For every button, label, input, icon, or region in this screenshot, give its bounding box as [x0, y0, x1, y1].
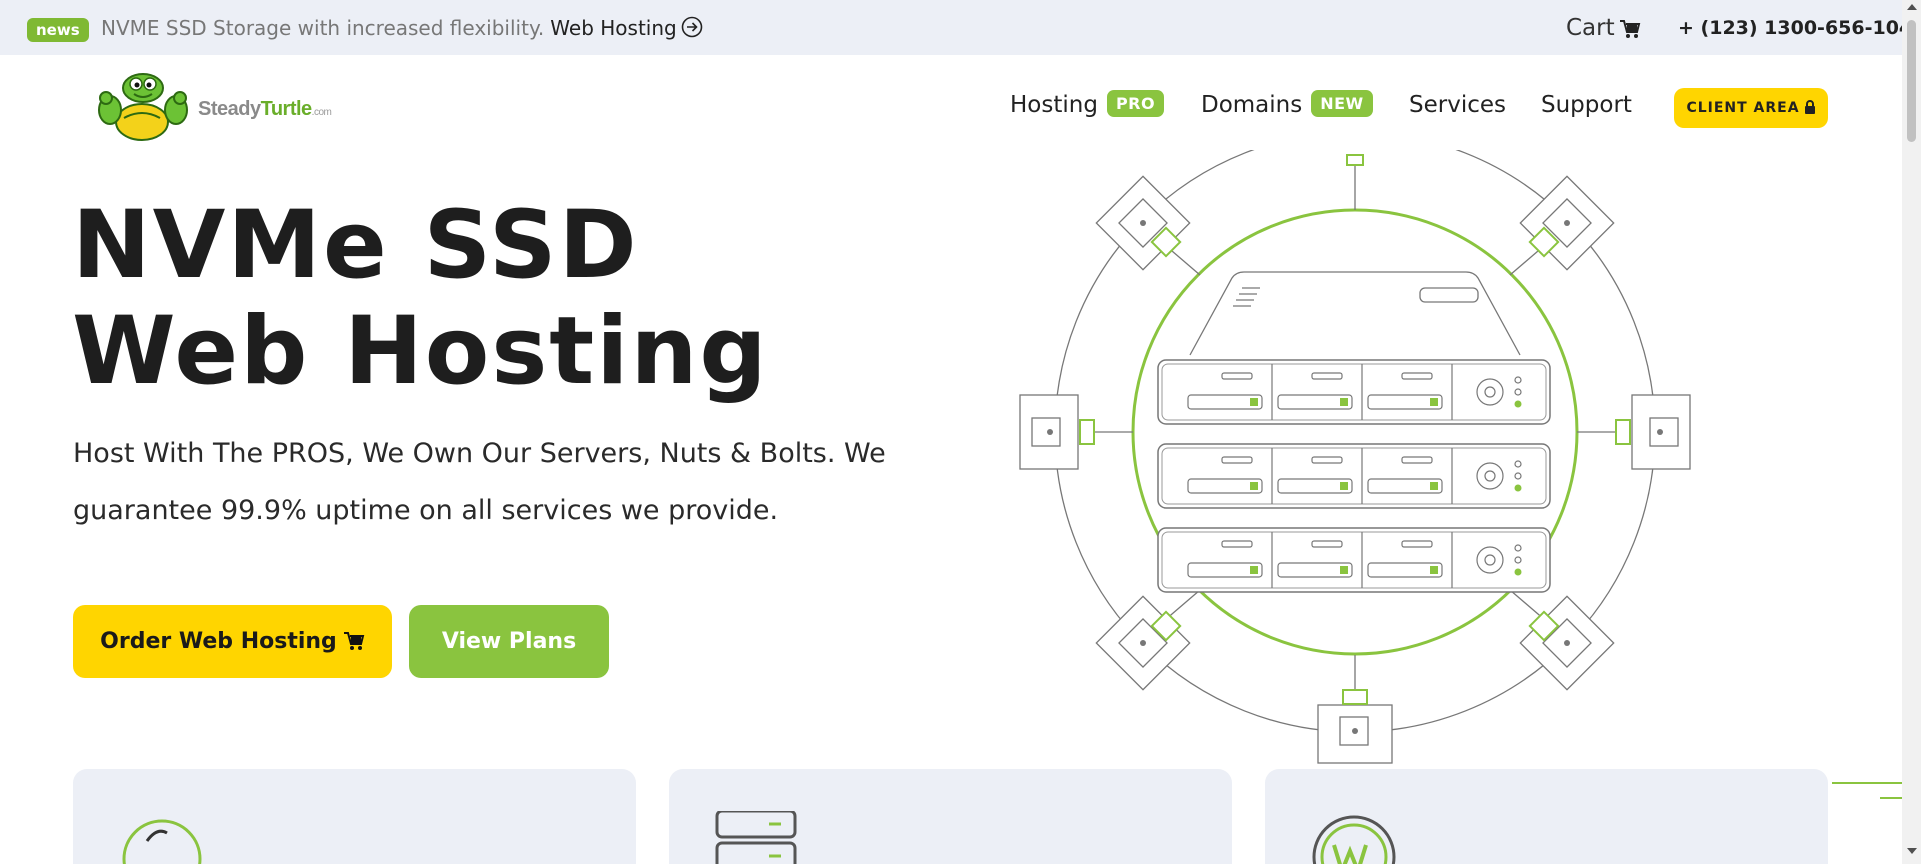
logo-com: .com — [311, 107, 332, 118]
top-announcement-bar: news NVME SSD Storage with increased fle… — [0, 0, 1921, 55]
cart-icon — [1619, 20, 1640, 38]
hero-subtitle: Host With The PROS, We Own Our Servers, … — [73, 438, 886, 526]
scroll-down-arrow-icon[interactable] — [1907, 848, 1917, 854]
nav-hosting[interactable]: Hosting PRO — [1010, 90, 1165, 120]
feature-card-wordpress — [1265, 769, 1828, 864]
logo-steady: Steady — [198, 98, 261, 120]
nav-domains[interactable]: Domains NEW — [1201, 90, 1373, 120]
news-message: NVME SSD Storage with increased flexibil… — [101, 15, 703, 41]
arrow-right-circle-icon — [681, 16, 703, 38]
news-web-hosting-link[interactable]: Web Hosting — [550, 16, 703, 40]
decorative-line — [1880, 797, 1902, 799]
scrollbar-thumb[interactable] — [1907, 20, 1916, 142]
cart-link[interactable]: Cart — [1566, 13, 1641, 43]
nav-domains-label: Domains — [1201, 92, 1303, 118]
feature-card-cloud — [73, 769, 636, 864]
cart-label: Cart — [1566, 15, 1615, 41]
hero-title: NVMe SSD Web Hosting — [72, 193, 769, 405]
lock-icon — [1804, 100, 1815, 114]
client-area-label: CLIENT AREA — [1686, 100, 1800, 116]
cloud-icon — [122, 819, 202, 864]
decorative-line — [1832, 782, 1902, 784]
hero-title-line1: NVMe SSD — [72, 191, 639, 300]
wordpress-icon — [1312, 815, 1396, 864]
news-message-text: NVME SSD Storage with increased flexibil… — [101, 16, 545, 40]
pro-badge: PRO — [1106, 90, 1165, 117]
site-logo[interactable]: SteadyTurtle.com — [96, 70, 332, 142]
server-rack-illustration — [1019, 150, 1691, 764]
nav-support[interactable]: Support — [1541, 90, 1632, 120]
new-badge: NEW — [1311, 90, 1373, 117]
feature-card-server — [669, 769, 1232, 864]
client-area-button[interactable]: CLIENT AREA — [1674, 88, 1828, 128]
page-scrollbar[interactable] — [1902, 0, 1921, 864]
news-link-label: Web Hosting — [550, 16, 677, 40]
logo-wordmark: SteadyTurtle.com — [198, 98, 332, 121]
order-button-label: Order Web Hosting — [100, 629, 337, 654]
nav-hosting-label: Hosting — [1010, 92, 1098, 118]
cart-icon — [343, 632, 365, 650]
logo-turtle: Turtle — [260, 98, 313, 120]
turtle-mascot-icon — [98, 73, 188, 141]
scroll-up-arrow-icon[interactable] — [1907, 4, 1917, 10]
nav-services[interactable]: Services — [1409, 90, 1506, 120]
server-icon — [715, 811, 797, 864]
news-badge: news — [27, 18, 89, 42]
phone-number-link[interactable]: + (123) 1300-656-1046 — [1678, 15, 1921, 41]
view-plans-button[interactable]: View Plans — [409, 605, 609, 678]
hero-title-line2: Web Hosting — [72, 297, 769, 406]
order-web-hosting-button[interactable]: Order Web Hosting — [73, 605, 392, 678]
